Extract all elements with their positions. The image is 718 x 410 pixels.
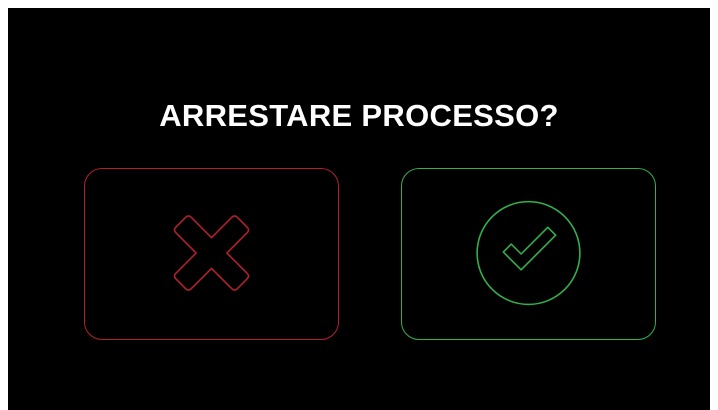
- check-circle-icon: [476, 200, 581, 306]
- confirm-button[interactable]: [401, 168, 656, 340]
- confirm-dialog: ARRESTARE PROCESSO?: [8, 8, 710, 410]
- cross-icon: [173, 215, 250, 291]
- cancel-button[interactable]: [84, 168, 339, 340]
- dialog-title: ARRESTARE PROCESSO?: [159, 98, 559, 133]
